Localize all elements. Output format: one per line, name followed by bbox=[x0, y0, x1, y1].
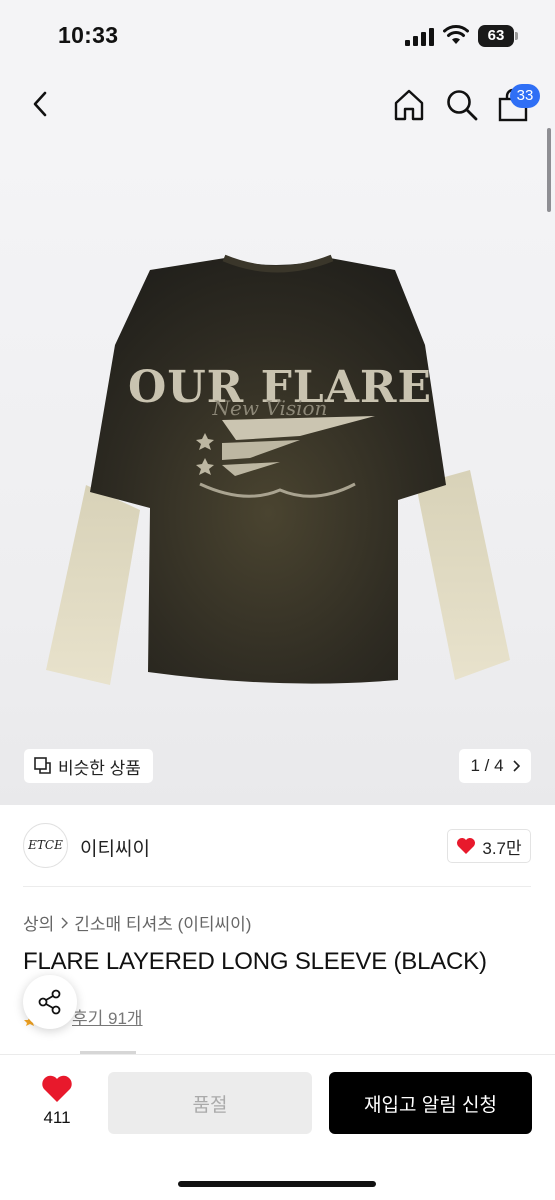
wifi-icon bbox=[443, 25, 469, 44]
heart-icon bbox=[457, 838, 476, 854]
product-photo: OUR FLARE New Vision bbox=[46, 254, 510, 685]
breadcrumb-subcategory[interactable]: 긴소매 티셔츠 (이티씨이) bbox=[74, 910, 251, 935]
brand-name[interactable]: 이티씨이 bbox=[80, 834, 150, 861]
image-page-counter[interactable]: 1 / 4 bbox=[459, 749, 531, 783]
status-bar: 10:33 63 bbox=[0, 0, 555, 70]
breadcrumb-category[interactable]: 상의 bbox=[23, 910, 54, 935]
similar-products-button[interactable]: 비슷한 상품 bbox=[24, 749, 153, 783]
battery-icon: 63 bbox=[478, 25, 518, 47]
print-text-script: New Vision bbox=[212, 396, 328, 420]
product-image-gallery[interactable]: OUR FLARE New Vision bbox=[0, 140, 555, 805]
reviews-link[interactable]: 후기 91개 bbox=[72, 1004, 143, 1029]
brand-like-count: 3.7만 bbox=[482, 838, 522, 858]
battery-level: 63 bbox=[487, 27, 505, 44]
restock-alert-button[interactable]: 재입고 알림 신청 bbox=[329, 1072, 532, 1134]
cart-count-badge: 33 bbox=[510, 84, 540, 108]
home-indicator bbox=[178, 1181, 376, 1187]
similar-products-label: 비슷한 상품 bbox=[58, 758, 141, 778]
status-time: 10:33 bbox=[58, 22, 119, 48]
back-button[interactable] bbox=[24, 86, 58, 122]
brand-logo[interactable]: ETCE bbox=[23, 823, 68, 868]
chevron-right-icon bbox=[512, 760, 520, 772]
wishlist-heart-icon[interactable] bbox=[41, 1074, 73, 1104]
soldout-button[interactable]: 품절 bbox=[108, 1072, 312, 1134]
search-icon[interactable] bbox=[443, 86, 481, 124]
product-title: FLARE LAYERED LONG SLEEVE (BLACK) bbox=[23, 948, 487, 975]
scroll-indicator[interactable] bbox=[547, 128, 551, 212]
home-icon[interactable] bbox=[390, 86, 428, 124]
signal-icon bbox=[405, 28, 434, 46]
page-counter-text: 1 / 4 bbox=[470, 756, 504, 775]
brand-like-button[interactable]: 3.7만 bbox=[447, 829, 531, 863]
top-nav-bar bbox=[0, 70, 555, 140]
copy-icon bbox=[34, 757, 51, 774]
divider bbox=[23, 886, 531, 887]
share-button[interactable] bbox=[23, 975, 77, 1029]
share-icon bbox=[38, 989, 61, 1015]
breadcrumb: 상의 긴소매 티셔츠 (이티씨이) bbox=[23, 910, 251, 935]
chevron-right-icon bbox=[61, 917, 69, 928]
wishlist-count: 411 bbox=[43, 1108, 71, 1127]
